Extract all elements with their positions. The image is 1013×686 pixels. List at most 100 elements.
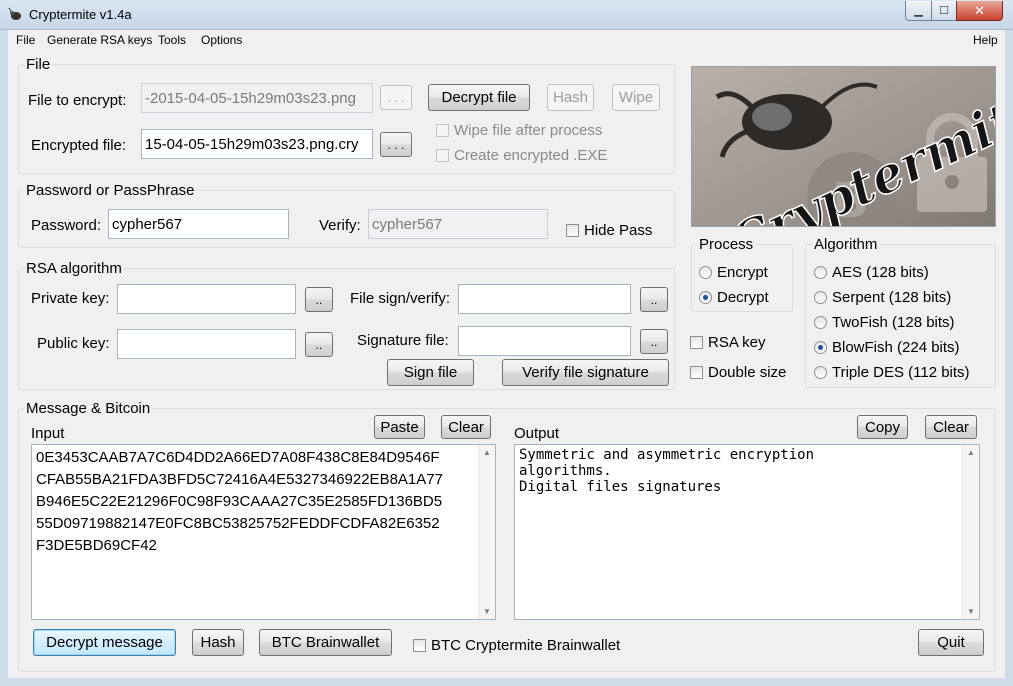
input-line: B946E5C22E21296F0C98F93CAAA27C35E2585FD1… bbox=[36, 493, 443, 510]
encrypted-file-input[interactable]: 15-04-05-15h29m03s23.png.cry bbox=[141, 129, 373, 159]
double-size-label: Double size bbox=[708, 364, 787, 381]
create-exe-label: Create encrypted .EXE bbox=[454, 147, 608, 164]
minimize-icon: ▁ bbox=[914, 5, 923, 17]
create-exe-box bbox=[436, 149, 449, 162]
menu-bar: File Generate RSA keys Tools Options Hel… bbox=[8, 30, 1005, 50]
twofish-label: TwoFish (128 bits) bbox=[832, 314, 955, 331]
title-bar: Cryptermite v1.4a ▁ ☐ ✕ bbox=[0, 0, 1013, 30]
hide-pass-label: Hide Pass bbox=[584, 222, 653, 239]
private-key-label: Private key: bbox=[31, 290, 110, 307]
decrypt-radio[interactable]: Decrypt bbox=[699, 289, 769, 306]
decrypt-message-button[interactable]: Decrypt message bbox=[33, 629, 176, 656]
encrypt-radio[interactable]: Encrypt bbox=[699, 264, 768, 281]
verify-label: Verify: bbox=[319, 217, 361, 234]
btc-cryptermite-box bbox=[413, 639, 426, 652]
scroll-down-icon[interactable]: ▼ bbox=[483, 607, 491, 616]
file-sign-browse-button[interactable]: .. bbox=[640, 287, 668, 312]
output-scrollbar[interactable]: ▲ ▼ bbox=[962, 445, 979, 619]
clear-input-button[interactable]: Clear bbox=[441, 415, 491, 439]
browse-encrypted-button[interactable]: . . . bbox=[380, 132, 412, 157]
window-title: Cryptermite v1.4a bbox=[29, 7, 132, 22]
rsa-key-box bbox=[690, 336, 703, 349]
browse-file-button[interactable]: . . . bbox=[380, 85, 412, 110]
sign-file-button[interactable]: Sign file bbox=[387, 359, 474, 386]
menu-options[interactable]: Options bbox=[201, 33, 242, 47]
output-text: Symmetric and asymmetric encryption algo… bbox=[519, 447, 961, 495]
close-icon: ✕ bbox=[974, 2, 985, 18]
maximize-icon: ☐ bbox=[939, 5, 949, 17]
input-line: F3DE5BD69CF42 bbox=[36, 537, 157, 554]
maximize-button[interactable]: ☐ bbox=[931, 1, 957, 21]
output-line: algorithms. bbox=[519, 463, 612, 479]
create-exe-checkbox[interactable]: Create encrypted .EXE bbox=[436, 147, 607, 164]
scroll-up-icon[interactable]: ▲ bbox=[967, 448, 975, 457]
algorithm-radio-twofish[interactable]: TwoFish (128 bits) bbox=[814, 314, 955, 331]
menu-tools[interactable]: Tools bbox=[158, 33, 186, 47]
signature-file-input[interactable] bbox=[458, 326, 631, 356]
wipe-after-box bbox=[436, 124, 449, 137]
algorithm-radio-tripledes[interactable]: Triple DES (112 bits) bbox=[814, 364, 970, 381]
verify-signature-button[interactable]: Verify file signature bbox=[502, 359, 669, 386]
file-sign-input[interactable] bbox=[458, 284, 631, 314]
input-textarea[interactable]: 0E3453CAAB7A7C6D4DD2A66ED7A08F438C8E84D9… bbox=[31, 444, 496, 620]
private-key-input[interactable] bbox=[117, 284, 296, 314]
scroll-up-icon[interactable]: ▲ bbox=[483, 448, 491, 457]
serpent-label: Serpent (128 bits) bbox=[832, 289, 952, 306]
close-button[interactable]: ✕ bbox=[956, 1, 1003, 21]
minimize-button[interactable]: ▁ bbox=[905, 1, 932, 21]
double-size-checkbox[interactable]: Double size bbox=[690, 364, 786, 381]
signature-file-browse-button[interactable]: .. bbox=[640, 329, 668, 354]
verify-input[interactable]: cypher567 bbox=[368, 209, 548, 239]
decrypt-file-button[interactable]: Decrypt file bbox=[428, 84, 530, 111]
decrypt-radio-label: Decrypt bbox=[717, 289, 769, 306]
file-sign-label: File sign/verify: bbox=[350, 290, 451, 307]
hash-file-button[interactable]: Hash bbox=[547, 84, 594, 111]
app-icon bbox=[8, 7, 21, 20]
process-group-title: Process bbox=[697, 236, 756, 253]
encrypt-radio-label: Encrypt bbox=[717, 264, 768, 281]
aes-label: AES (128 bits) bbox=[832, 264, 929, 281]
algorithm-radio-serpent[interactable]: Serpent (128 bits) bbox=[814, 289, 951, 306]
input-text: 0E3453CAAB7A7C6D4DD2A66ED7A08F438C8E84D9… bbox=[36, 447, 477, 557]
hide-pass-box bbox=[566, 224, 579, 237]
blowfish-radio-dot bbox=[814, 341, 827, 354]
tripledes-label: Triple DES (112 bits) bbox=[832, 364, 970, 381]
btc-cryptermite-brainwallet-checkbox[interactable]: BTC Cryptermite Brainwallet bbox=[413, 637, 620, 654]
algorithm-radio-blowfish[interactable]: BlowFish (224 bits) bbox=[814, 339, 960, 356]
wipe-after-label: Wipe file after process bbox=[454, 122, 603, 139]
quit-button[interactable]: Quit bbox=[918, 629, 984, 656]
rsa-key-label: RSA key bbox=[708, 334, 766, 351]
input-line: CFAB55BA21FDA3BFD5C72416A4E5327346922EB8… bbox=[36, 471, 443, 488]
file-to-encrypt-input[interactable]: -2015-04-05-15h29m03s23.png bbox=[141, 83, 373, 113]
file-group-title: File bbox=[24, 56, 53, 73]
menu-generate-rsa-keys[interactable]: Generate RSA keys bbox=[47, 33, 152, 47]
paste-button[interactable]: Paste bbox=[374, 415, 425, 439]
output-textarea[interactable]: Symmetric and asymmetric encryption algo… bbox=[514, 444, 980, 620]
tripledes-radio-dot bbox=[814, 366, 827, 379]
scroll-down-icon[interactable]: ▼ bbox=[967, 607, 975, 616]
clear-output-button[interactable]: Clear bbox=[925, 415, 977, 439]
decrypt-radio-dot bbox=[699, 291, 712, 304]
main-panel: File File to encrypt: -2015-04-05-15h29m… bbox=[8, 50, 1005, 678]
password-input[interactable]: cypher567 bbox=[108, 209, 289, 239]
algorithm-radio-aes[interactable]: AES (128 bits) bbox=[814, 264, 929, 281]
input-scrollbar[interactable]: ▲ ▼ bbox=[478, 445, 495, 619]
hash-message-button[interactable]: Hash bbox=[192, 629, 244, 656]
public-key-input[interactable] bbox=[117, 329, 296, 359]
menu-help[interactable]: Help bbox=[973, 33, 998, 47]
private-key-browse-button[interactable]: .. bbox=[305, 287, 333, 312]
wipe-button[interactable]: Wipe bbox=[612, 84, 660, 111]
output-line: Symmetric and asymmetric encryption bbox=[519, 447, 815, 463]
copy-button[interactable]: Copy bbox=[857, 415, 908, 439]
rsa-key-checkbox[interactable]: RSA key bbox=[690, 334, 766, 351]
output-line: Digital files signatures bbox=[519, 479, 722, 495]
input-line: 0E3453CAAB7A7C6D4DD2A66ED7A08F438C8E84D9… bbox=[36, 449, 440, 466]
twofish-radio-dot bbox=[814, 316, 827, 329]
hide-pass-checkbox[interactable]: Hide Pass bbox=[566, 222, 652, 239]
input-line: 55D09719882147E0FC8BC53825752FEDDFCDFA82… bbox=[36, 515, 440, 532]
menu-file[interactable]: File bbox=[16, 33, 35, 47]
serpent-radio-dot bbox=[814, 291, 827, 304]
public-key-browse-button[interactable]: .. bbox=[305, 332, 333, 357]
wipe-after-checkbox[interactable]: Wipe file after process bbox=[436, 122, 602, 139]
btc-brainwallet-button[interactable]: BTC Brainwallet bbox=[259, 629, 392, 656]
